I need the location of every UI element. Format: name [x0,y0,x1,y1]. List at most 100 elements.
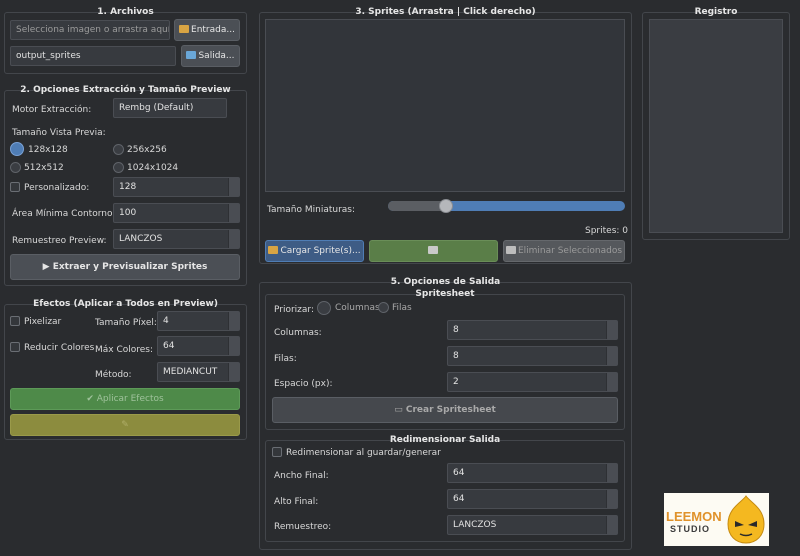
logo-text-studio: STUDIO [670,524,711,534]
create-spritesheet-button[interactable]: ▭ Crear Spritesheet [272,397,618,423]
chevron-down-icon[interactable] [228,363,239,381]
output-button[interactable]: Salida... [181,45,240,67]
columns-spinbox[interactable]: 8 [447,320,618,340]
slider-handle[interactable] [439,199,453,213]
sprites-title: 3. Sprites (Arrastra | Click derecho) [355,7,536,17]
max-colors-spinbox[interactable]: 64 [157,336,240,356]
output-resample-select[interactable]: LANCZOS [447,515,618,535]
spacing-value: 2 [453,377,459,387]
width-value: 64 [453,468,465,478]
prioritize-rows-label: Filas [392,303,412,313]
size-radio-256[interactable] [113,144,124,155]
load-sprites-button[interactable]: Cargar Sprite(s)... [265,240,364,262]
chevron-down-icon[interactable] [228,230,239,248]
pixelize-label: Pixelizar [24,317,62,327]
pixel-size-value: 4 [163,316,169,326]
prioritize-columns-label: Columnas [335,303,380,313]
size-radio-512[interactable] [10,162,21,173]
chevron-down-icon[interactable] [606,516,617,534]
method-value: MEDIANCUT [163,367,218,377]
prioritize-label: Priorizar: [274,305,314,315]
min-area-spinbox[interactable]: 100 [113,203,240,223]
slider-empty-track [388,201,446,211]
apply-effects-label: Aplicar Efectos [96,394,164,404]
size-label-256: 256x256 [127,145,167,155]
lemon-mascot-icon [727,495,765,544]
load-sprites-label: Cargar Sprite(s)... [280,246,361,256]
spin-arrows-icon[interactable] [606,347,617,365]
resize-checkbox-label: Redimensionar al guardar/generar [286,448,441,458]
width-spinbox[interactable]: 64 [447,463,618,483]
save-icon [186,51,197,59]
engine-select[interactable]: Rembg (Default) [113,98,227,118]
sprites-canvas[interactable] [265,19,625,192]
logo-text-leemon: LEEMON [666,509,722,524]
min-area-value: 100 [119,208,137,218]
custom-size-checkbox[interactable] [10,182,20,192]
thumb-size-slider[interactable] [388,201,625,211]
broom-icon: ✎ [121,420,129,430]
play-icon: ▶ [42,262,53,272]
trash-icon [505,246,516,254]
input-button[interactable]: Entrada... [174,19,240,41]
reduce-colors-checkbox[interactable] [10,342,20,352]
size-radio-128[interactable] [10,142,24,156]
size-label-1024: 1024x1024 [127,163,179,173]
output-button-label: Salida... [198,51,235,61]
extract-button[interactable]: ▶ Extraer y Previsualizar Sprites [10,254,240,280]
size-label-512: 512x512 [24,163,64,173]
spin-arrows-icon[interactable] [606,373,617,391]
method-select[interactable]: MEDIANCUT [157,362,240,382]
spin-arrows-icon[interactable] [228,178,239,196]
spin-arrows-icon[interactable] [228,204,239,222]
spin-arrows-icon[interactable] [228,337,239,355]
height-label: Alto Final: [274,497,319,507]
output-resample-value: LANCZOS [453,520,497,530]
resample-preview-value: LANCZOS [119,234,163,244]
input-image-field[interactable]: Selecciona imagen o arrastra aquí... [10,20,170,40]
log-title: Registro [694,7,738,17]
max-colors-value: 64 [163,341,175,351]
columns-value: 8 [453,325,459,335]
height-value: 64 [453,494,465,504]
apply-effects-button[interactable]: ✔ Aplicar Efectos [10,388,240,410]
method-label: Método: [95,370,132,380]
spin-arrows-icon[interactable] [606,464,617,482]
spritesheet-title: Spritesheet [415,289,475,299]
spin-arrows-icon[interactable] [228,312,239,330]
spacing-spinbox[interactable]: 2 [447,372,618,392]
reset-effects-button[interactable]: ✎ [10,414,240,436]
rows-spinbox[interactable]: 8 [447,346,618,366]
save-selected-button[interactable] [369,240,498,262]
delete-selected-label: Eliminar Seleccionados [517,246,623,256]
custom-size-spinbox[interactable]: 128 [113,177,240,197]
pixel-size-spinbox[interactable]: 4 [157,311,240,331]
output-resample-label: Remuestreo: [274,522,332,532]
folder-icon [179,25,190,33]
log-textarea[interactable] [649,19,783,233]
reduce-colors-label: Reducir Colores [24,343,95,353]
pixelize-checkbox[interactable] [10,316,20,326]
width-label: Ancho Final: [274,471,329,481]
effects-title: Efectos (Aplicar a Todos en Preview) [33,299,218,309]
size-radio-1024[interactable] [113,162,124,173]
custom-size-value: 128 [119,182,137,192]
folder-icon [268,246,279,254]
prioritize-columns-radio[interactable] [317,301,331,315]
height-spinbox[interactable]: 64 [447,489,618,509]
resize-checkbox[interactable] [272,447,282,457]
studio-logo: LEEMON STUDIO [664,493,769,546]
delete-selected-button[interactable]: Eliminar Seleccionados [503,240,625,262]
output-folder-field[interactable]: output_sprites [10,46,176,66]
custom-size-label: Personalizado: [24,183,90,193]
engine-select-value: Rembg (Default) [119,103,194,113]
spin-arrows-icon[interactable] [606,490,617,508]
resample-preview-select[interactable]: LANCZOS [113,229,240,249]
thumb-size-label: Tamaño Miniaturas: [267,205,356,215]
sheet-icon: ▭ [394,405,406,415]
size-label-128: 128x128 [28,145,68,155]
resize-title: Redimensionar Salida [389,435,501,445]
spin-arrows-icon[interactable] [606,321,617,339]
prioritize-rows-radio[interactable] [378,302,389,313]
pixel-size-label: Tamaño Píxel: [95,318,157,328]
